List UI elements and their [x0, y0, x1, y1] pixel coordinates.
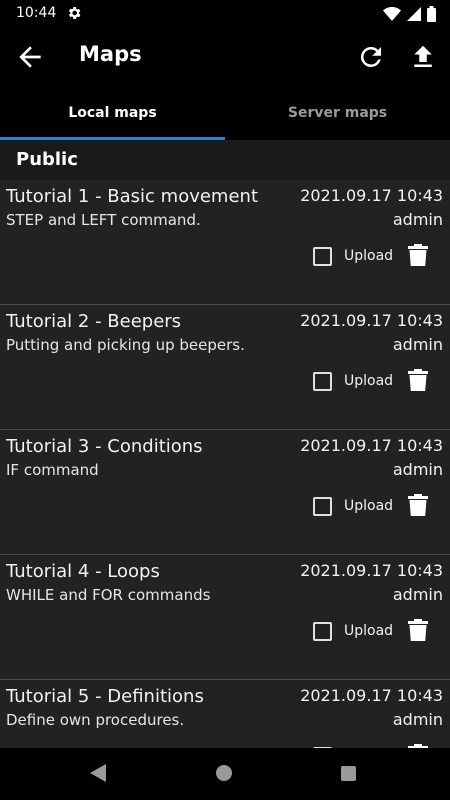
map-author: admin — [392, 585, 443, 604]
nav-home-icon[interactable] — [216, 765, 232, 781]
back-arrow-icon[interactable] — [14, 41, 46, 73]
upload-checkbox[interactable] — [313, 497, 332, 516]
map-author: admin — [392, 460, 443, 479]
upload-label: Upload — [344, 248, 394, 264]
status-bar: 10:44 — [0, 0, 450, 28]
map-description: Define own procedures. — [6, 711, 185, 729]
map-title: Tutorial 1 - Basic movement — [6, 186, 259, 207]
tab-local-maps[interactable]: Local maps — [0, 86, 225, 140]
map-description: IF command — [6, 461, 99, 479]
upload-checkbox[interactable] — [313, 622, 332, 641]
map-title: Tutorial 4 - Loops — [6, 561, 160, 582]
upload-label: Upload — [344, 498, 394, 514]
page-title: Maps — [79, 42, 142, 66]
tab-server-maps[interactable]: Server maps — [225, 86, 450, 140]
status-time: 10:44 — [16, 5, 57, 21]
tab-bar: Local maps Server maps — [0, 86, 450, 140]
map-title: Tutorial 5 - Definitions — [6, 686, 204, 707]
trash-icon[interactable] — [408, 494, 428, 516]
map-description: Putting and picking up beepers. — [6, 336, 245, 354]
list-item[interactable]: Tutorial 5 - Definitions Define own proc… — [0, 680, 450, 748]
list-item[interactable]: Tutorial 1 - Basic movement STEP and LEF… — [0, 180, 450, 305]
map-description: STEP and LEFT command. — [6, 211, 201, 229]
upload-icon[interactable] — [408, 42, 438, 72]
map-author: admin — [392, 210, 443, 229]
map-date: 2021.09.17 10:43 — [300, 436, 443, 455]
upload-label: Upload — [344, 623, 394, 639]
battery-icon — [427, 6, 436, 22]
list-item[interactable]: Tutorial 4 - Loops WHILE and FOR command… — [0, 555, 450, 680]
wifi-icon — [383, 7, 401, 21]
map-date: 2021.09.17 10:43 — [300, 186, 443, 205]
system-nav-bar — [0, 748, 450, 800]
nav-recents-icon[interactable] — [341, 766, 356, 781]
map-date: 2021.09.17 10:43 — [300, 561, 443, 580]
map-description: WHILE and FOR commands — [6, 586, 211, 604]
map-title: Tutorial 2 - Beepers — [6, 311, 182, 332]
upload-checkbox[interactable] — [313, 372, 332, 391]
map-author: admin — [392, 710, 443, 729]
map-author: admin — [392, 335, 443, 354]
map-title: Tutorial 3 - Conditions — [6, 436, 203, 457]
list-item[interactable]: Tutorial 3 - Conditions IF command 2021.… — [0, 430, 450, 555]
gear-icon — [68, 7, 81, 19]
section-header: Public — [0, 140, 450, 180]
map-date: 2021.09.17 10:43 — [300, 311, 443, 330]
trash-icon[interactable] — [408, 244, 428, 266]
trash-icon[interactable] — [408, 619, 428, 641]
upload-checkbox[interactable] — [313, 247, 332, 266]
upload-label: Upload — [344, 373, 394, 389]
refresh-icon[interactable] — [356, 42, 386, 72]
nav-back-icon[interactable] — [90, 764, 106, 782]
list-item[interactable]: Tutorial 2 - Beepers Putting and picking… — [0, 305, 450, 430]
map-date: 2021.09.17 10:43 — [300, 686, 443, 705]
maps-list[interactable]: Public Tutorial 1 - Basic movement STEP … — [0, 140, 450, 748]
trash-icon[interactable] — [408, 369, 428, 391]
app-bar: Maps — [0, 28, 450, 86]
signal-icon — [407, 7, 421, 21]
